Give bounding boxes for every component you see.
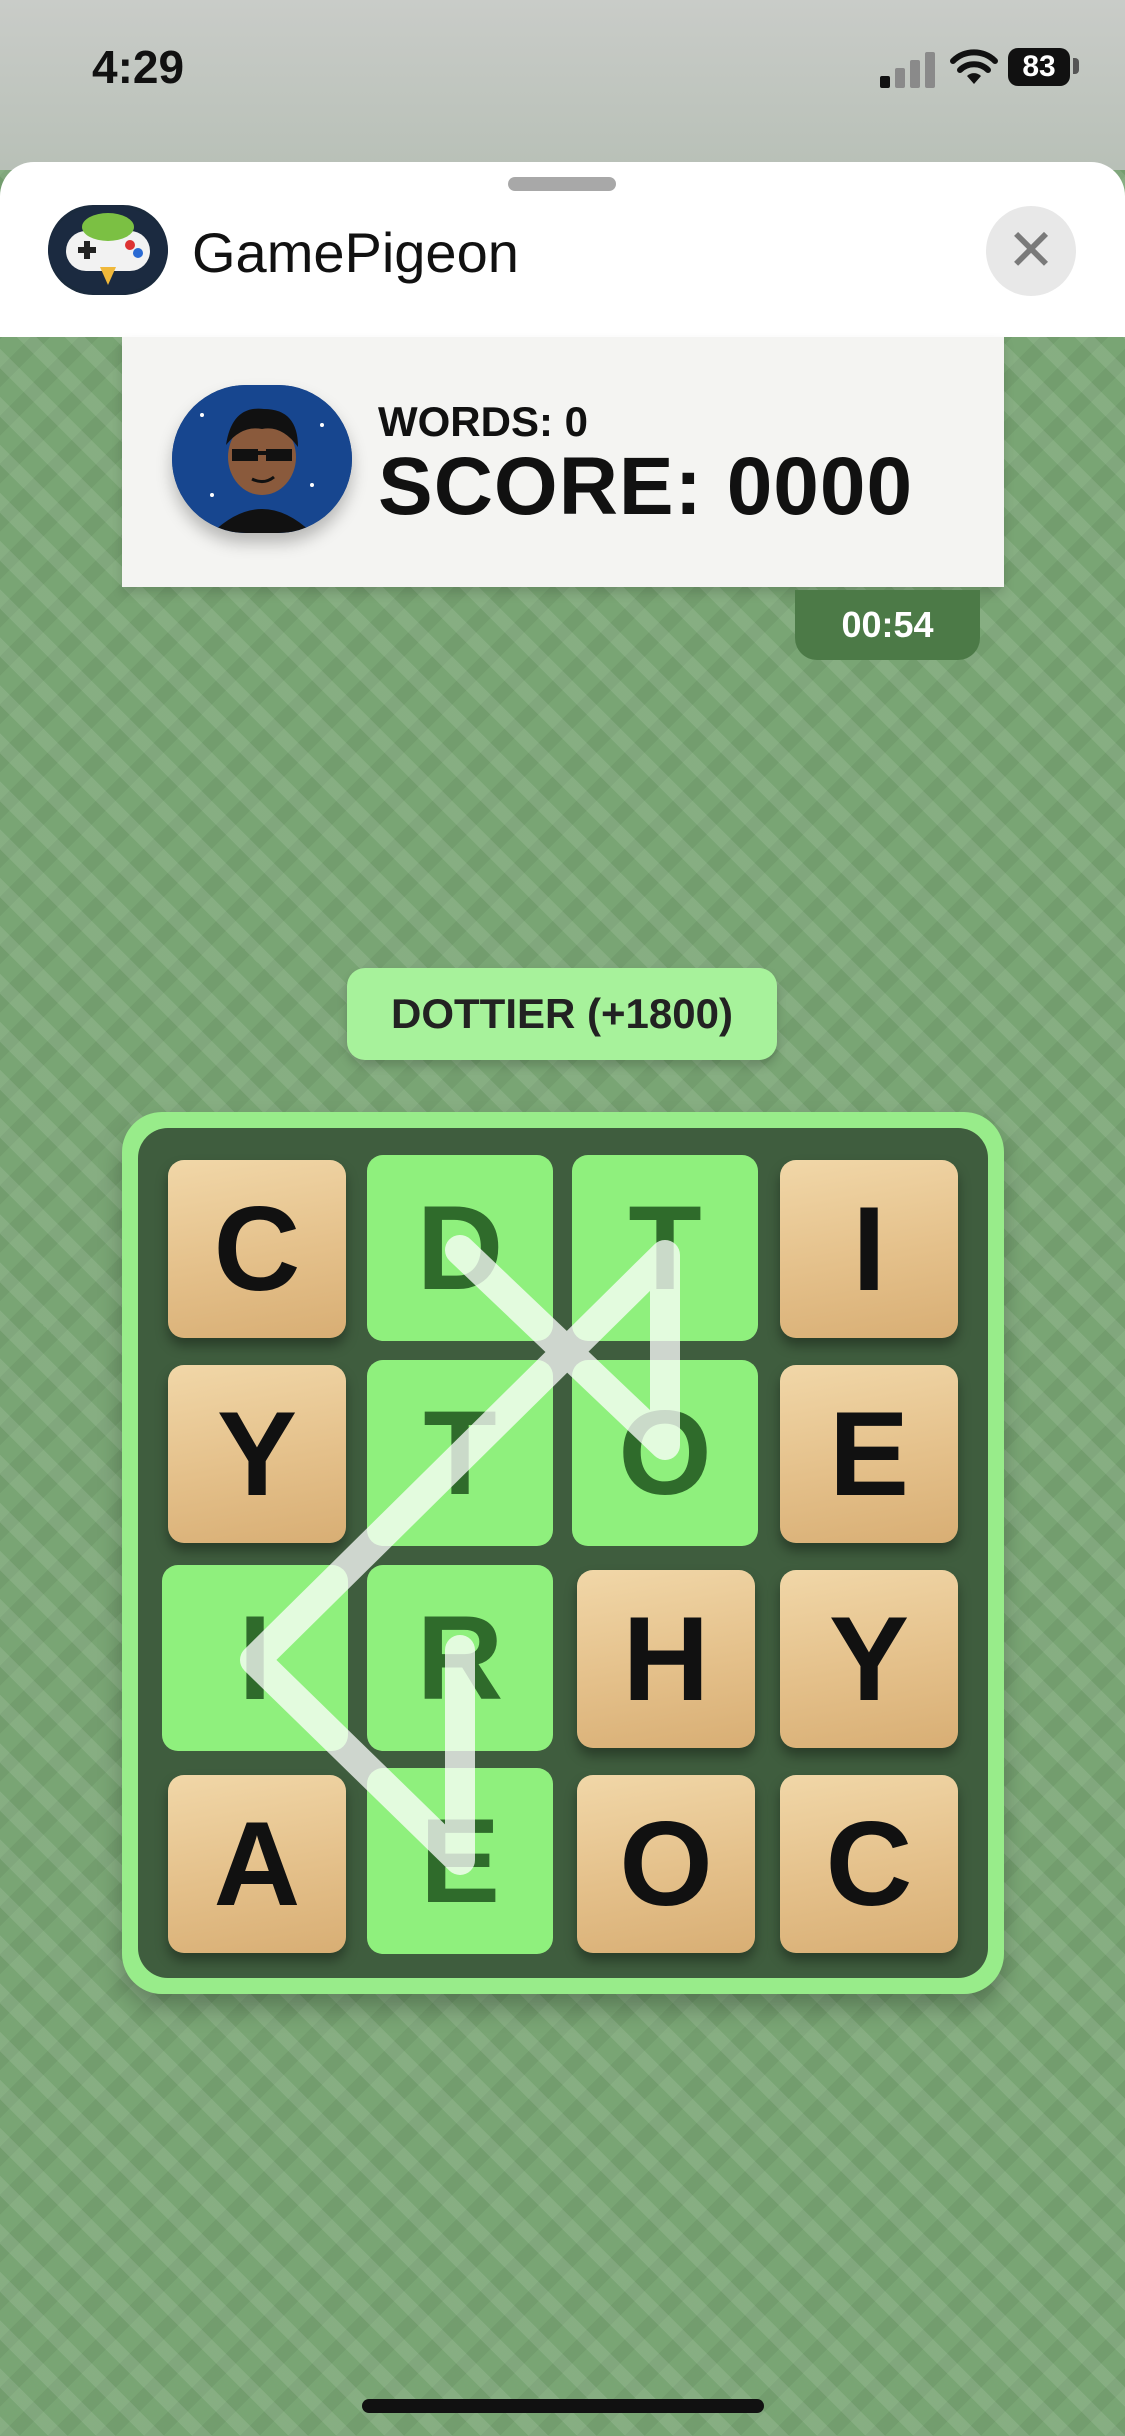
signal-icon — [880, 52, 935, 88]
letter-tile[interactable]: T — [572, 1155, 758, 1341]
letter-tile[interactable]: R — [367, 1565, 553, 1751]
status-time: 4:29 — [92, 41, 185, 93]
words-count: WORDS: 0 — [378, 398, 588, 445]
score-value: SCORE: 0000 — [378, 441, 914, 532]
wifi-icon — [950, 49, 998, 84]
letter-tile[interactable]: H — [577, 1570, 755, 1748]
letter-tile[interactable]: Y — [168, 1365, 346, 1543]
last-word-badge: DOTTIER (+1800) — [347, 968, 777, 1060]
status-bar: 4:29 83 — [0, 0, 1125, 140]
letter-tile[interactable]: O — [572, 1360, 758, 1546]
letter-tile[interactable]: I — [780, 1160, 958, 1338]
letter-tile[interactable]: T — [367, 1360, 553, 1546]
letter-tile[interactable]: A — [168, 1775, 346, 1953]
letter-tile[interactable]: D — [367, 1155, 553, 1341]
letter-tile[interactable]: O — [577, 1775, 755, 1953]
battery-nub — [1073, 58, 1079, 74]
battery-icon: 83 — [1008, 48, 1070, 86]
timer: 00:54 — [795, 590, 980, 660]
home-indicator[interactable] — [362, 2399, 764, 2413]
close-button[interactable]: ✕ — [986, 206, 1076, 296]
letter-tile[interactable]: C — [168, 1160, 346, 1338]
letter-tile[interactable]: I — [162, 1565, 348, 1751]
letter-tile[interactable]: Y — [780, 1570, 958, 1748]
gamepigeon-logo-icon — [48, 205, 168, 295]
sheet-grabber[interactable] — [508, 177, 616, 191]
app-title: GamePigeon — [192, 221, 519, 284]
avatar-icon — [172, 385, 352, 533]
letter-tile[interactable]: E — [367, 1768, 553, 1954]
letter-tile[interactable]: C — [780, 1775, 958, 1953]
letter-tile[interactable]: E — [780, 1365, 958, 1543]
close-icon: ✕ — [1006, 218, 1056, 283]
